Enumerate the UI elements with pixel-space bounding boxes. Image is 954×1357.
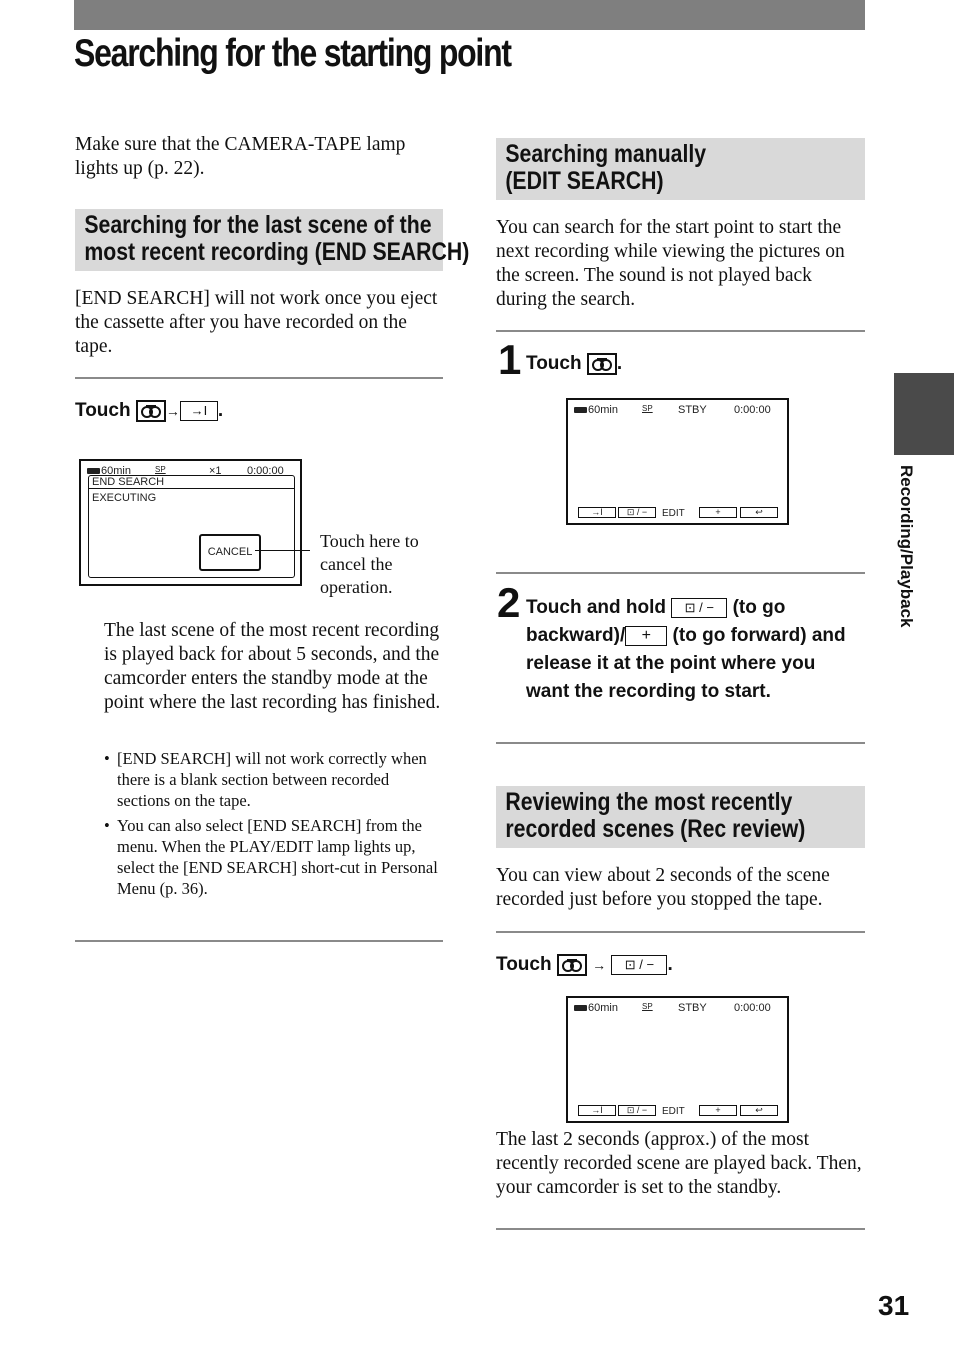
tape-counter: 0:00:00 [734,1002,771,1014]
mode-icon: SP [155,465,166,474]
tape-icon[interactable] [586,353,617,375]
step-1-text: Touch . [526,353,623,375]
rec-review-instruction: Touch → ⊡ / −. [496,954,673,976]
step-2-text: Touch and hold ⊡ / − (to go backward)/+ … [526,594,861,706]
end-search-text: [END SEARCH] will not work once you ejec… [75,288,438,357]
end-search-dialog: END SEARCH EXECUTING CANCEL [88,475,295,578]
dialog-status: EXECUTING [92,492,157,504]
lcd-end-search: 60min SP ×1 0:00:00 END SEARCH EXECUTING… [79,459,302,586]
section-tab [894,373,954,455]
rec-review-heading: Reviewing the most recently recorded sce… [496,786,865,848]
mode-icon: SP [642,1002,653,1011]
heading-line: Reviewing the most recently [505,788,793,816]
arrow-icon: → [165,403,180,420]
heading-line: (EDIT SEARCH) [505,167,664,195]
edit-search-text: You can search for the start point to st… [496,217,845,310]
touch-label: Touch [75,400,131,422]
dialog-title: END SEARCH [89,476,294,489]
tape-icon[interactable] [556,954,587,976]
touch-label: Touch [496,954,552,976]
header-bar [74,0,865,30]
tape-icon [135,400,166,422]
divider [75,940,443,942]
return-button[interactable]: ↩ [740,1105,778,1116]
cancel-button[interactable]: CANCEL [199,534,261,571]
touch-instruction: Touch → →I. [75,400,223,422]
intro-text: Make sure that the CAMERA-TAPE lamp ligh… [75,134,406,179]
mode-icon: SP [642,404,653,413]
step-2-part: Touch and hold [526,597,667,618]
battery-icon [574,407,587,414]
heading-line: most recent recording (END SEARCH) [84,238,470,266]
page-number: 31 [878,1290,910,1321]
lcd-rec-review: 60min SP STBY 0:00:00 →I ⊡ / − EDIT + ↩ [566,996,789,1123]
battery-indicator: 60min [574,404,618,416]
end-search-button[interactable]: →I [179,401,218,421]
edit-label: EDIT [662,508,685,519]
search-back-button[interactable]: ⊡ / − [671,597,728,618]
rec-review-button[interactable]: ⊡ / − [611,955,668,975]
tape-counter: 0:00:00 [734,404,771,416]
cancel-callout: Touch here to cancel the operation. [320,531,419,597]
heading-line: Searching for the last scene of the [84,211,432,239]
status-indicator: STBY [678,1002,707,1014]
return-button[interactable]: ↩ [740,507,778,518]
search-back-button[interactable]: ⊡ / − [618,1105,656,1116]
rec-review-result: The last 2 seconds (approx.) of the most… [496,1129,862,1198]
section-tab-label: Recording/Playback [897,465,916,628]
arrow-icon: → [592,957,607,974]
end-search-button[interactable]: →I [578,1105,616,1116]
search-forward-button[interactable]: + [625,625,668,646]
step-1-number: 1 [498,336,522,383]
rec-review-text: You can view about 2 seconds of the scen… [496,865,830,910]
search-forward-button[interactable]: + [699,1105,737,1116]
divider [496,742,865,744]
divider [496,572,865,574]
edit-label: EDIT [662,1106,685,1117]
battery-icon [574,1005,587,1012]
battery-indicator: 60min [574,1002,618,1014]
divider [496,1228,865,1230]
page-title: Searching for the starting point [74,32,512,75]
result-text: The last scene of the most recent record… [104,620,441,713]
divider [75,377,443,379]
battery-icon [87,468,100,475]
heading-line: recorded scenes (Rec review) [505,815,806,843]
heading-line: Searching manually [505,140,707,168]
search-back-button[interactable]: ⊡ / − [618,507,656,518]
note-item: You can also select [END SEARCH] from th… [104,815,444,899]
note-item: [END SEARCH] will not work correctly whe… [104,748,444,811]
end-search-button[interactable]: →I [578,507,616,518]
divider [496,931,865,933]
lcd-edit-search: 60min SP STBY 0:00:00 →I ⊡ / − EDIT + ↩ [566,398,789,525]
callout-line [255,550,310,551]
search-forward-button[interactable]: + [699,507,737,518]
touch-label: Touch [526,353,582,375]
end-search-heading: Searching for the last scene of the most… [75,209,470,271]
notes-list: [END SEARCH] will not work correctly whe… [104,748,444,903]
edit-search-heading: Searching manually (EDIT SEARCH) [496,138,865,200]
divider [496,330,865,332]
step-2-number: 2 [497,579,521,626]
status-indicator: STBY [678,404,707,416]
period: . [217,400,224,422]
